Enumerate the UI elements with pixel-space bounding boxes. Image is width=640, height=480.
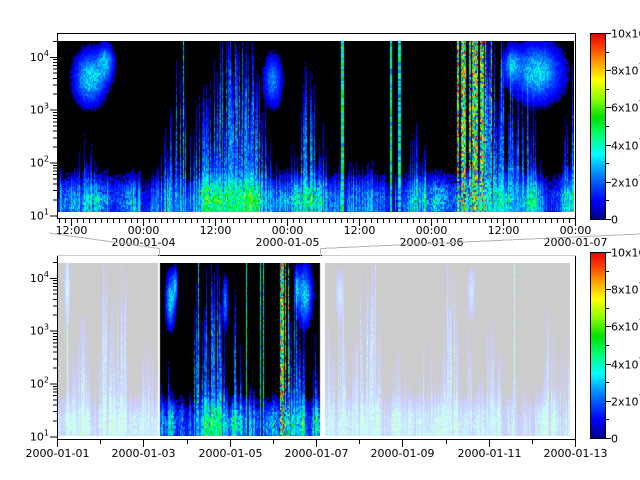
spectrogram-plot-zoomed[interactable] [58,41,574,212]
colorbar-tick-label: 0 [611,433,618,446]
x-tick-time-label: 00:00 [272,224,304,237]
x-tick-date-label: 2000-01-05 [199,447,263,460]
colorbar-tick-label: 8x107 [611,282,640,297]
y-tick-label: 101 [30,428,49,443]
colorbar-overview [591,253,606,439]
y-tick-label: 102 [30,155,49,170]
y-tick-label: 104 [30,49,49,64]
x-tick-time-label: 12:00 [344,224,376,237]
x-tick-date-label: 2000-01-05 [256,236,320,249]
colorbar-zoomed [591,34,606,220]
x-tick-date-label: 2000-01-01 [26,447,90,460]
x-tick-time-label: 00:00 [560,224,592,237]
colorbar-tick-label: 4x107 [611,357,640,372]
x-tick-time-label: 00:00 [416,224,448,237]
colorbar-tick-label: 8x107 [611,63,640,78]
x-tick-time-label: 00:00 [128,224,160,237]
y-tick-label: 102 [30,376,49,391]
colorbar-tick-label: 10x107 [611,26,640,41]
y-tick-label: 103 [30,323,49,338]
x-tick-time-label: 12:00 [488,224,520,237]
zoom-connector-line-right [321,234,640,249]
x-tick-date-label: 2000-01-03 [112,447,176,460]
x-tick-date-label: 2000-01-11 [458,447,522,460]
zoomed-spectrogram-panel [57,33,575,218]
y-tick-label: 101 [30,207,49,222]
x-tick-date-label: 2000-01-07 [285,447,349,460]
x-tick-date-label: 2000-01-07 [544,236,608,249]
zoom-connector-line-left [49,233,160,249]
colorbar-tick-label: 10x107 [611,245,640,260]
x-tick-time-label: 12:00 [56,224,88,237]
x-tick-time-label: 12:00 [200,224,232,237]
colorbar-tick-label: 2x107 [611,394,640,409]
x-tick-date-label: 2000-01-06 [400,236,464,249]
y-tick-label: 104 [30,270,49,285]
colorbar-tick-label: 6x107 [611,319,640,334]
x-tick-date-label: 2000-01-04 [112,236,176,249]
x-tick-date-label: 2000-01-13 [544,447,608,460]
colorbar-tick-label: 6x107 [611,100,640,115]
time-selection-region[interactable] [159,255,320,439]
y-tick-label: 103 [30,102,49,117]
x-tick-date-label: 2000-01-09 [371,447,435,460]
colorbar-tick-label: 4x107 [611,138,640,153]
spectrogram-viewer-window: 10110210310410110210310412:0000:002000-0… [0,0,640,480]
colorbar-tick-label: 0 [611,214,618,227]
colorbar-tick-label: 2x107 [611,175,640,190]
